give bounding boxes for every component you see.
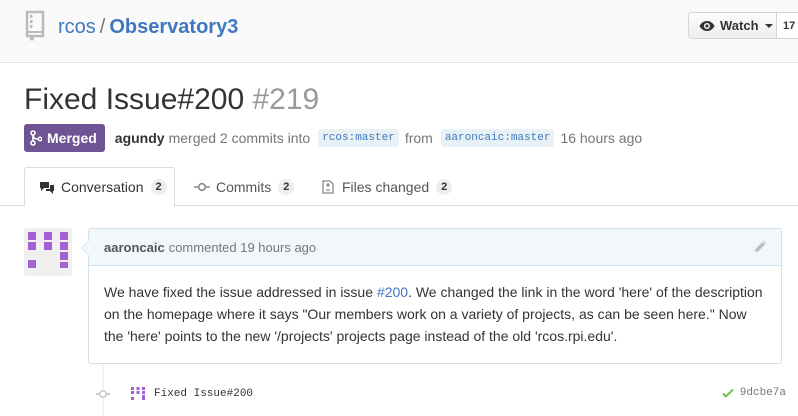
commit-author-avatar[interactable] (130, 386, 146, 402)
watch-button[interactable]: Watch (688, 12, 777, 39)
tab-conversation[interactable]: Conversation 2 (24, 167, 175, 207)
comment-header: aaroncaic commented 19 hours ago (89, 229, 781, 266)
repo-title: rcos / Observatory3 (58, 14, 238, 40)
tab-files-changed[interactable]: Files changed 2 (320, 167, 453, 206)
commit-row: Fixed Issue#200 9dcbe7a (96, 384, 786, 404)
comment-text-part1: We have fixed the issue addressed in iss… (104, 284, 377, 300)
pr-meta: Merged agundy merged 2 commits into rcos… (24, 124, 644, 152)
head-branch[interactable]: aaroncaic:master (440, 129, 555, 147)
commit-status-area: 9dcbe7a (722, 387, 786, 399)
avatar[interactable] (24, 228, 72, 276)
status-badge: Merged (24, 124, 105, 152)
repo-name-link[interactable]: Observatory3 (109, 16, 238, 38)
repo-header: rcos / Observatory3 Watch 17 (0, 0, 798, 63)
page-title: Fixed Issue#200 #219 (24, 82, 319, 118)
base-branch[interactable]: rcos:master (318, 129, 399, 147)
tab-files-changed-label: Files changed (342, 178, 430, 195)
tab-conversation-count: 2 (150, 179, 167, 195)
commit-message-link[interactable]: Fixed Issue#200 (154, 388, 253, 400)
pencil-icon[interactable] (753, 240, 767, 254)
merge-time: 16 hours ago (560, 130, 643, 146)
from-text: from (404, 130, 433, 146)
comment-author-link[interactable]: aaroncaic (104, 240, 165, 255)
tab-commits-label: Commits (216, 178, 272, 195)
comment-box: aaroncaic commented 19 hours ago We have… (81, 228, 782, 364)
repo-separator: / (99, 16, 106, 38)
commit-sha-link[interactable]: 9dcbe7a (740, 387, 786, 399)
check-icon[interactable] (722, 387, 734, 399)
repo-owner-link[interactable]: rcos (58, 16, 96, 38)
pr-title-text: Fixed Issue#200 (24, 83, 245, 116)
watch-label: Watch (720, 18, 759, 33)
comment-discussion-icon (40, 182, 54, 194)
status-label: Merged (47, 130, 97, 146)
tab-conversation-label: Conversation (61, 179, 144, 195)
git-commit-icon (194, 182, 210, 191)
merger-author-link[interactable]: agundy (115, 130, 165, 146)
diff-icon (322, 179, 334, 194)
tab-commits-count: 2 (278, 178, 295, 195)
comment-meta[interactable]: commented 19 hours ago (169, 240, 316, 255)
tab-files-changed-count: 2 (436, 178, 453, 195)
repo-icon (25, 10, 45, 41)
pr-number: #219 (252, 83, 320, 116)
watch-count[interactable]: 17 (776, 12, 798, 39)
comment-body: We have fixed the issue addressed in iss… (89, 266, 781, 347)
pr-tabs: Conversation 2 Commits 2 Files changed 2 (0, 167, 798, 207)
chevron-down-icon (764, 23, 773, 28)
tab-commits[interactable]: Commits 2 (194, 167, 295, 206)
identicon-image (28, 232, 68, 268)
merge-action-text: merged 2 commits into (168, 130, 311, 146)
issue-link[interactable]: #200 (377, 284, 408, 300)
git-merge-icon (30, 130, 42, 146)
git-commit-icon (96, 389, 110, 399)
eye-icon (699, 20, 715, 31)
